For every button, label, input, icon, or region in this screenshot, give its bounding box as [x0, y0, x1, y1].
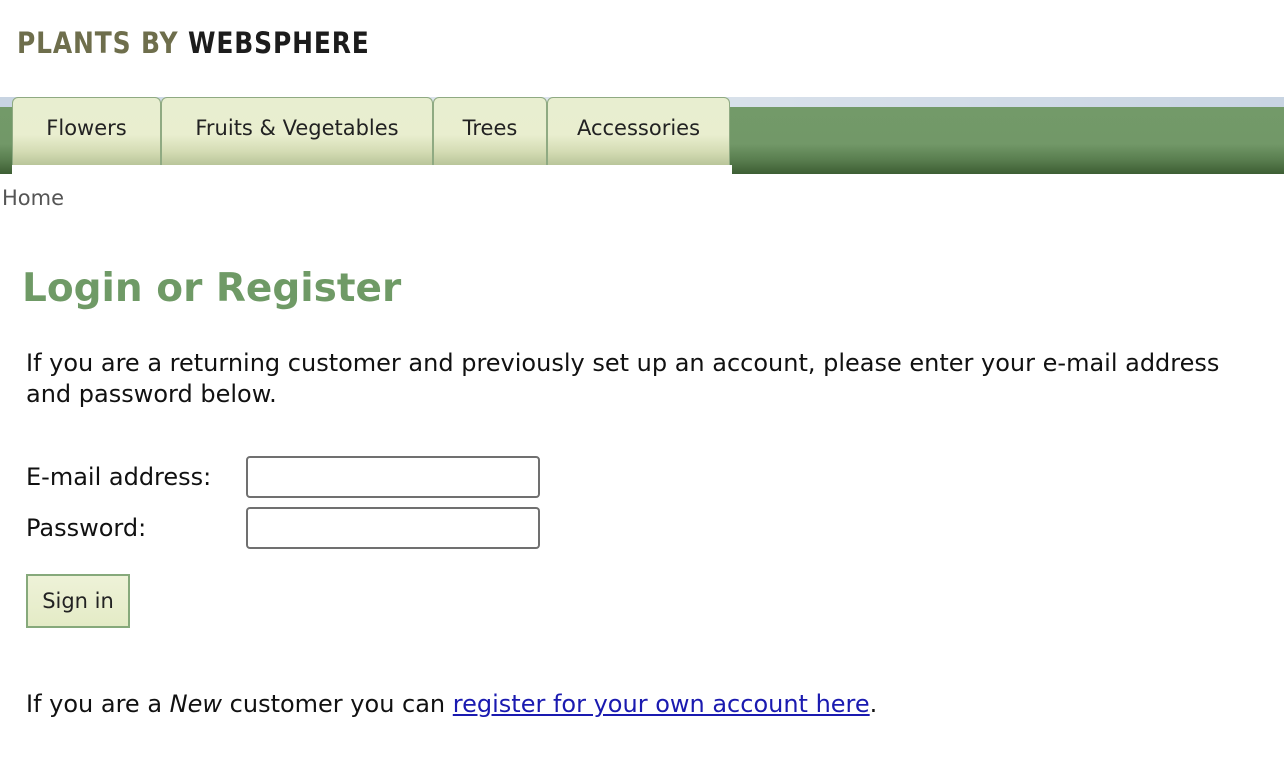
main-navigation: Flowers Fruits & Vegetables Trees Access… — [0, 97, 1284, 174]
intro-text: If you are a returning customer and prev… — [26, 349, 1220, 408]
tab-label: Fruits & Vegetables — [195, 115, 399, 140]
breadcrumb-home[interactable]: Home — [2, 186, 64, 210]
register-middle: customer you can — [222, 690, 453, 718]
password-label: Password: — [26, 514, 147, 542]
page-title: Login or Register — [22, 266, 402, 311]
tab-trees[interactable]: Trees — [433, 97, 547, 165]
email-label: E-mail address: — [26, 463, 212, 491]
register-link[interactable]: register for your own account here — [453, 690, 870, 718]
register-prefix: If you are a — [26, 690, 170, 718]
logo-text-websphere: WEBSPHERE — [188, 26, 370, 60]
tab-fruits-vegetables[interactable]: Fruits & Vegetables — [161, 97, 433, 165]
sign-in-button[interactable]: Sign in — [26, 574, 130, 628]
tab-accessories[interactable]: Accessories — [547, 97, 730, 165]
site-logo[interactable]: PLANTS BY WEBSPHERE — [17, 26, 370, 60]
email-field[interactable] — [246, 456, 540, 498]
register-emphasis: New — [169, 690, 223, 718]
register-text: If you are a New customer you can regist… — [26, 690, 877, 718]
register-suffix: . — [869, 690, 878, 718]
tab-label: Trees — [462, 115, 518, 140]
logo-text-plants-by: PLANTS BY — [17, 26, 179, 60]
tab-flowers[interactable]: Flowers — [12, 97, 161, 165]
tab-label: Flowers — [46, 115, 127, 140]
tab-label: Accessories — [576, 115, 701, 140]
password-field[interactable] — [246, 507, 540, 549]
breadcrumb: Home — [2, 186, 64, 210]
nav-tabs: Flowers Fruits & Vegetables Trees Access… — [12, 97, 730, 173]
